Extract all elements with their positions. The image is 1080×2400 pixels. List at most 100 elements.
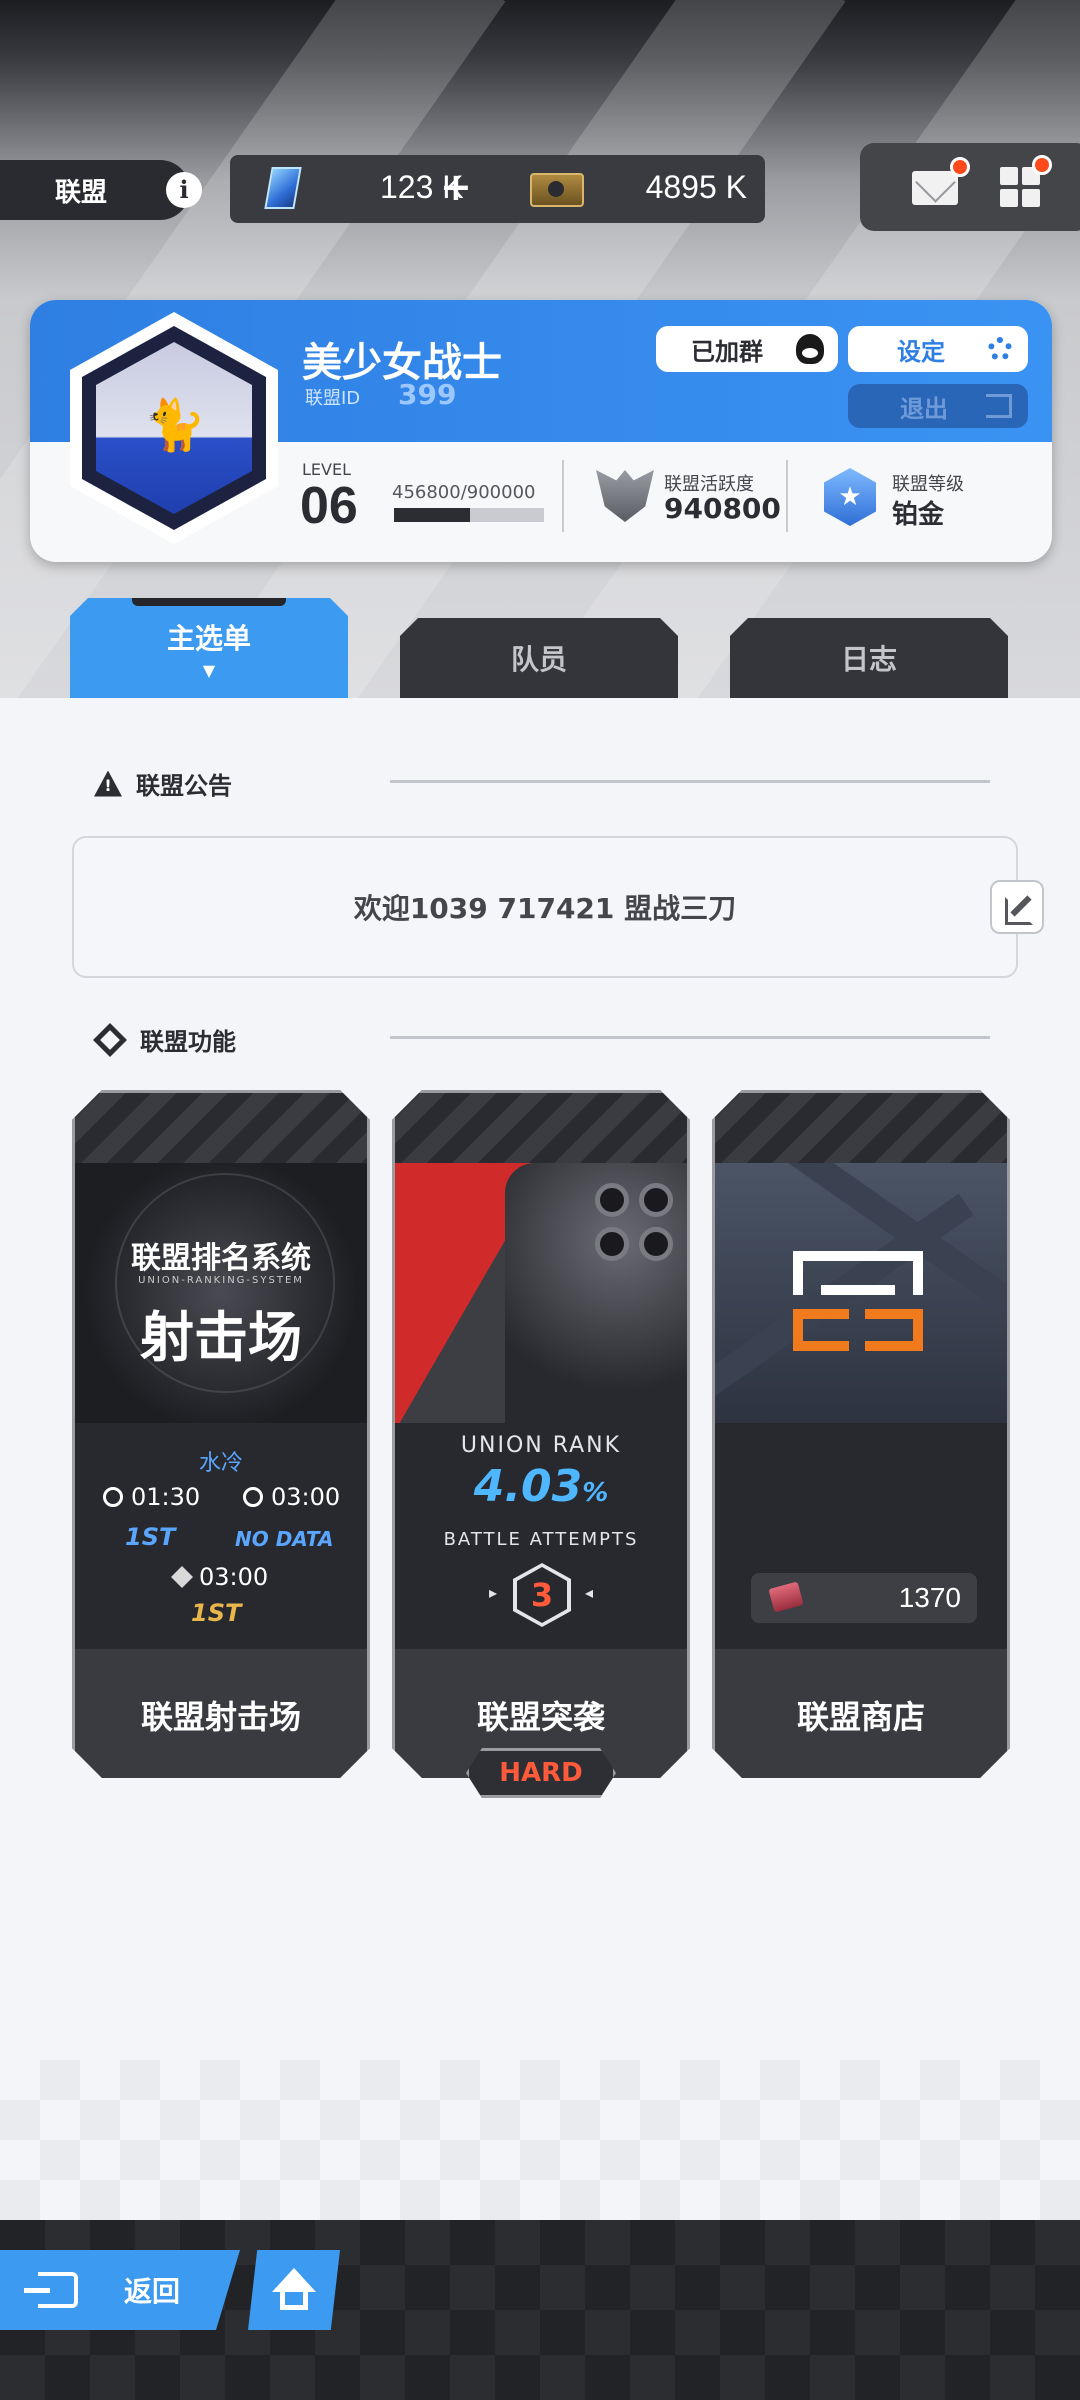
- exit-union-button[interactable]: 退出: [848, 384, 1028, 428]
- back-button[interactable]: 返回: [0, 2250, 240, 2330]
- rank-label: 联盟等级: [892, 474, 964, 495]
- mech-eye: [595, 1183, 629, 1217]
- union-shop-label: 联盟商店: [715, 1649, 1007, 1781]
- mech-eye: [639, 1183, 673, 1217]
- battle-attempts-badge: 3: [513, 1563, 571, 1627]
- rank-2: NO DATA: [235, 1527, 334, 1551]
- header-buttons: [860, 143, 1080, 231]
- hazard-stripes: [395, 1093, 687, 1163]
- notice-box: 欢迎1039 717421 盟战三刀: [72, 836, 1018, 978]
- section-divider: [390, 780, 990, 783]
- battle-attempts-label: BATTLE ATTEMPTS: [443, 1529, 639, 1550]
- mail-icon[interactable]: [912, 171, 958, 205]
- tab-members[interactable]: 队员: [400, 618, 678, 698]
- union-shop-stats: 1370: [715, 1423, 1007, 1649]
- union-rank-value: 4.03%: [473, 1461, 609, 1512]
- hazard-stripes: [715, 1093, 1007, 1163]
- rank-value: 铂金: [892, 500, 945, 530]
- tab-members-label: 队员: [510, 643, 567, 676]
- skull-icon: [171, 1566, 193, 1588]
- tab-log[interactable]: 日志: [730, 618, 1008, 698]
- difficulty-label: HARD: [499, 1758, 583, 1788]
- warning-icon: !: [94, 770, 122, 797]
- exit-label: 退出: [900, 394, 948, 423]
- divider: [562, 460, 564, 532]
- rank-3: 1ST: [191, 1599, 242, 1627]
- divider: [786, 460, 788, 532]
- shop-currency: 1370: [751, 1573, 977, 1623]
- art-title: 联盟排名系统: [131, 1241, 311, 1276]
- tab-active-arrow-icon: ▼: [202, 660, 216, 680]
- tab-notch: [132, 598, 286, 606]
- shooting-range-label: 联盟射击场: [75, 1649, 367, 1781]
- ticket-amount: 4895 K: [645, 169, 747, 205]
- edit-notice-icon[interactable]: [990, 880, 1044, 934]
- activity-icon: [596, 470, 654, 522]
- union-shop-card[interactable]: 1370 联盟商店: [712, 1090, 1010, 1778]
- difficulty-badge: HARD: [466, 1748, 616, 1798]
- union-title-bar: 联盟: [0, 160, 190, 220]
- art-big-title: 射击场: [140, 1306, 302, 1369]
- home-button[interactable]: [248, 2250, 340, 2330]
- menu-notification-dot: [1032, 155, 1052, 175]
- time-3: 03:00: [171, 1563, 268, 1591]
- shop-logo-icon: [793, 1251, 923, 1351]
- home-icon: [272, 2268, 316, 2312]
- hazard-stripes: [75, 1093, 367, 1163]
- alarm-icon: [243, 1487, 263, 1507]
- functions-section-title: 联盟功能: [93, 1022, 236, 1057]
- rank-1: 1ST: [125, 1523, 176, 1551]
- union-id: 399: [398, 378, 457, 411]
- info-icon[interactable]: i: [166, 172, 202, 208]
- time-1: 01:30: [103, 1483, 200, 1511]
- notice-text: 欢迎1039 717421 盟战三刀: [353, 892, 737, 925]
- mail-notification-dot: [950, 157, 970, 177]
- qq-icon: [796, 334, 824, 364]
- section-divider: [390, 1036, 990, 1039]
- shooting-range-card[interactable]: 联盟排名系统 UNION-RANKING-SYSTEM 射击场 水冷 01:30…: [72, 1090, 370, 1778]
- activity-value: 940800: [664, 492, 781, 525]
- alarm-icon: [103, 1487, 123, 1507]
- mech-eye: [639, 1227, 673, 1261]
- back-label: 返回: [124, 2275, 181, 2308]
- tab-main-menu[interactable]: 主选单 ▼: [70, 598, 348, 698]
- union-rank-label: UNION RANK: [460, 1433, 622, 1458]
- level-value: 06: [300, 477, 358, 535]
- cat-emblem-icon: 🐈: [143, 396, 207, 454]
- battle-attempts-value: 3: [517, 1567, 567, 1623]
- settings-button[interactable]: 设定: [848, 326, 1028, 372]
- diamond-icon: [93, 1022, 127, 1057]
- ticket-icon: [530, 173, 584, 207]
- gem-icon: [264, 167, 302, 209]
- union-title: 联盟: [55, 177, 108, 208]
- mode-label: 水冷: [198, 1451, 243, 1476]
- checker-pattern: [0, 2060, 1080, 2220]
- exp-progress-fill: [394, 508, 471, 522]
- union-coin-icon: [768, 1582, 803, 1613]
- union-raid-stats: UNION RANK 4.03% BATTLE ATTEMPTS ▸ 3 ◂: [395, 1423, 687, 1649]
- union-shop-art: [715, 1163, 1007, 1423]
- currency-bar: 123 K + 4895 K: [230, 155, 765, 223]
- shop-currency-value: 1370: [898, 1582, 961, 1613]
- exit-icon: [986, 394, 1012, 418]
- arrow-left-icon: ▸: [489, 1583, 498, 1602]
- mech-eye: [595, 1227, 629, 1261]
- notice-section-title: ! 联盟公告: [94, 766, 232, 801]
- shooting-range-art: 联盟排名系统 UNION-RANKING-SYSTEM 射击场: [75, 1163, 367, 1423]
- add-gem-button[interactable]: +: [440, 165, 472, 209]
- union-profile-card: 🐈 美少女战士 联盟ID 399 已加群 设定 退出 LEVEL 06 4568…: [30, 300, 1052, 562]
- tab-main-menu-label: 主选单: [166, 621, 251, 655]
- union-raid-card[interactable]: UNION RANK 4.03% BATTLE ATTEMPTS ▸ 3 ◂ 联…: [392, 1090, 690, 1778]
- shooting-range-stats: 水冷 01:30 03:00 1ST NO DATA 03:00 1ST: [75, 1423, 367, 1649]
- union-raid-art: [395, 1163, 687, 1423]
- time-2: 03:00: [243, 1483, 340, 1511]
- exp-progress-bar: [394, 508, 544, 522]
- art-subtitle: UNION-RANKING-SYSTEM: [138, 1275, 304, 1286]
- notice-title: 联盟公告: [136, 772, 232, 800]
- gear-icon: [988, 337, 1012, 361]
- back-icon: [24, 2272, 78, 2308]
- joined-group-button[interactable]: 已加群: [656, 326, 838, 372]
- union-id-label: 联盟ID: [305, 388, 361, 409]
- exp-text: 456800/900000: [392, 482, 536, 503]
- settings-label: 设定: [897, 337, 945, 366]
